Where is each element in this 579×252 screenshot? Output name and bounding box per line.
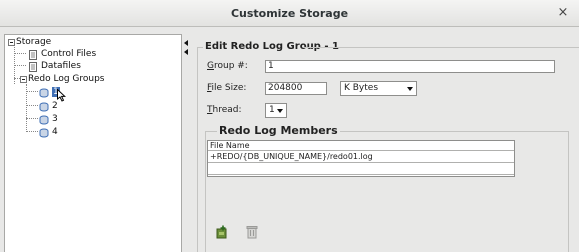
tree-node-label: Control Files [41, 49, 97, 59]
storage-tree-panel: Storage Control Files Datafiles Redo Log… [4, 34, 182, 252]
window-title: Customize Storage [230, 7, 349, 20]
document-icon [28, 61, 39, 72]
table-row[interactable] [208, 163, 514, 175]
dropdown-arrow-icon [407, 87, 413, 91]
members-heading: Redo Log Members [217, 124, 340, 137]
heading-divider [303, 47, 579, 48]
tree-node-group-2[interactable]: 2 [39, 100, 58, 112]
edit-redo-log-group-panel: Edit Redo Log Group - 1 Group #: 1 File … [193, 34, 579, 252]
panel-splitter[interactable] [183, 34, 191, 252]
log-file-icon [39, 102, 50, 111]
tree-node-group-1[interactable]: 1 [39, 86, 67, 102]
file-size-input[interactable]: 204800 [265, 82, 327, 95]
tree-node-label: 4 [52, 127, 58, 137]
collapse-left-arrow-icon[interactable] [184, 40, 188, 46]
tree-node-redo-log-groups[interactable]: Redo Log Groups [20, 73, 105, 85]
add-member-icon[interactable] [215, 225, 229, 239]
log-file-icon [39, 128, 50, 137]
dropdown-arrow-icon [277, 109, 283, 113]
tree-guide-line [26, 118, 38, 119]
document-icon [28, 49, 39, 60]
tree-guide-line [26, 131, 38, 132]
tree-node-label: Redo Log Groups [28, 74, 105, 84]
file-size-label: File Size: [207, 83, 246, 93]
tree-node-storage[interactable]: Storage [8, 36, 51, 48]
thread-label: Thread: [207, 105, 242, 115]
tree-node-label: Datafiles [41, 61, 81, 71]
group-box-border [197, 47, 203, 252]
collapse-toggle-icon[interactable] [8, 38, 15, 46]
tree-guide-line [14, 65, 26, 66]
label-text: hread: [212, 105, 242, 115]
delete-member-icon[interactable] [245, 225, 259, 239]
tree-node-label: Storage [16, 37, 52, 47]
mnemonic-char: G [207, 61, 214, 71]
tree-guide-line [26, 91, 38, 92]
log-file-icon [39, 115, 50, 124]
collapse-left-arrow-icon[interactable] [184, 49, 188, 55]
tree-node-label: 3 [52, 114, 58, 124]
tree-node-group-4[interactable]: 4 [39, 126, 58, 138]
select-value: 1 [269, 105, 275, 115]
tree-node-label: 2 [52, 101, 58, 111]
mouse-cursor-icon [57, 88, 67, 105]
collapse-toggle-icon[interactable] [20, 75, 27, 83]
group-number-label: Group #: [207, 61, 248, 71]
tree-guide-line [26, 105, 38, 106]
log-file-icon [39, 88, 50, 97]
label-text: roup #: [213, 61, 248, 71]
file-size-unit-select[interactable]: K Bytes [340, 81, 417, 96]
members-table[interactable]: File Name +REDO/{DB_UNIQUE_NAME}/redo01.… [207, 140, 515, 177]
label-text: ile Size: [211, 83, 247, 93]
thread-select[interactable]: 1 [265, 103, 287, 118]
tree-guide-line [14, 53, 26, 54]
title-bar: Customize Storage × [0, 0, 579, 27]
tree-node-group-3[interactable]: 3 [39, 113, 58, 125]
select-value: K Bytes [344, 83, 379, 93]
tree-node-control-files[interactable]: Control Files [28, 48, 96, 60]
close-icon[interactable]: × [555, 5, 571, 21]
table-row[interactable]: +REDO/{DB_UNIQUE_NAME}/redo01.log [208, 151, 514, 163]
column-header-file-name[interactable]: File Name [208, 141, 514, 151]
group-number-input[interactable]: 1 [265, 60, 555, 73]
tree-node-datafiles[interactable]: Datafiles [28, 60, 81, 72]
